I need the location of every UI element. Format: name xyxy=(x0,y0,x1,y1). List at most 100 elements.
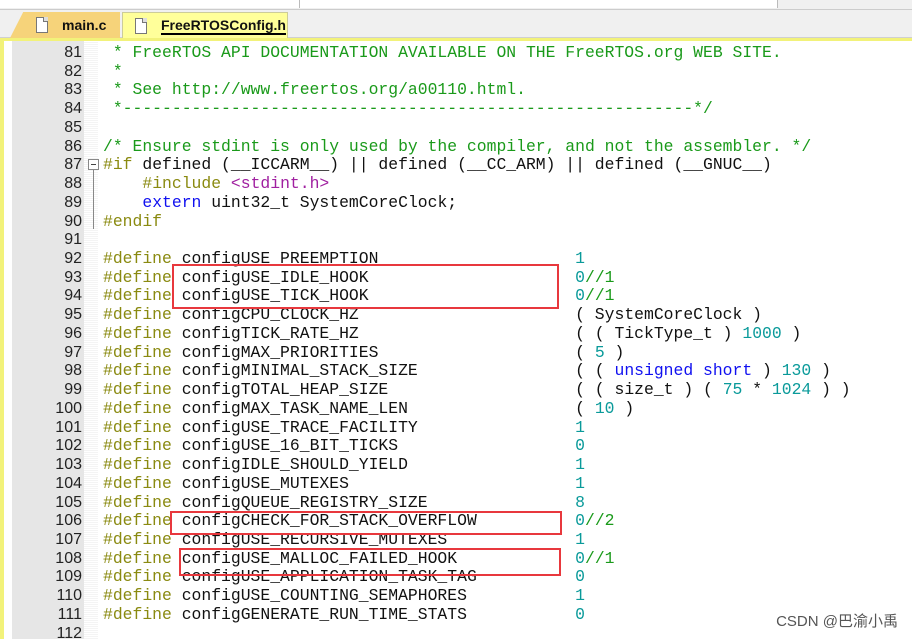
token-p: #include xyxy=(142,174,231,194)
token-p: #if xyxy=(103,155,133,175)
token-k: unsigned short xyxy=(614,361,753,381)
line-number: 106 xyxy=(55,512,82,530)
token-p: #define xyxy=(103,529,172,549)
token-n: 1 xyxy=(575,529,585,549)
token-t: configUSE_16_BIT_TICKS xyxy=(171,436,576,456)
line-number: 112 xyxy=(56,624,82,639)
code-text: #include <stdint.h> xyxy=(103,174,329,193)
token-p: #define xyxy=(103,492,172,512)
token-c: * xyxy=(103,61,123,81)
line-number: 91 xyxy=(64,231,82,249)
token-p: #define xyxy=(103,249,172,269)
token-c: * See http://www.freertos.org/a00110.htm… xyxy=(103,80,526,100)
token-n: 10 xyxy=(594,398,615,418)
code-text: #define configUSE_16_BIT_TICKS 0 xyxy=(103,436,585,455)
token-n: 0 xyxy=(575,567,585,587)
fold-collapse-icon[interactable] xyxy=(88,159,99,171)
token-n: 1024 xyxy=(771,380,812,400)
code-text: #if defined (__ICCARM__) || defined (__C… xyxy=(103,155,772,174)
token-p: #define xyxy=(103,267,172,287)
file-icon xyxy=(36,17,48,33)
code-text: #define configQUEUE_REGISTRY_SIZE 8 xyxy=(103,493,585,512)
token-t: configQUEUE_REGISTRY_SIZE xyxy=(171,492,576,512)
code-text: #define configUSE_MUTEXES 1 xyxy=(103,474,585,493)
token-t: configUSE_TRACE_FACILITY xyxy=(171,417,576,437)
token-t: configMAX_PRIORITIES ( xyxy=(171,342,595,362)
tab-label: main.c xyxy=(62,17,107,33)
code-text: #define configMINIMAL_STACK_SIZE ( ( uns… xyxy=(103,361,831,380)
token-k: extern xyxy=(142,192,202,212)
token-p: #define xyxy=(103,398,172,418)
tab-main-c[interactable]: main.c xyxy=(10,12,120,38)
code-text: #define configMAX_TASK_NAME_LEN ( 10 ) xyxy=(103,399,634,418)
token-n: 0 xyxy=(575,436,585,456)
token-p: #define xyxy=(103,361,172,381)
line-number: 111 xyxy=(57,605,82,623)
token-n: 0 xyxy=(575,286,585,306)
tab-freertosconfig-h[interactable]: FreeRTOSConfig.h xyxy=(122,12,288,38)
line-number: 103 xyxy=(55,456,82,474)
line-number: 90 xyxy=(64,212,82,230)
token-p: #define xyxy=(103,473,172,493)
line-number: 105 xyxy=(55,493,82,511)
token-p: #define xyxy=(103,511,172,531)
token-n: 8 xyxy=(575,492,585,512)
token-t: ) xyxy=(811,361,831,381)
token-c: //1 xyxy=(584,267,615,287)
line-number: 88 xyxy=(64,175,82,193)
line-number: 99 xyxy=(64,381,82,399)
token-t: configUSE_COUNTING_SEMAPHORES xyxy=(171,586,576,606)
token-n: 0 xyxy=(575,511,585,531)
token-t: configTICK_RATE_HZ ( ( TickType_t ) xyxy=(171,323,743,343)
token-p: #define xyxy=(103,305,172,325)
token-p: #define xyxy=(103,604,172,624)
code-text: * See http://www.freertos.org/a00110.htm… xyxy=(103,80,526,99)
token-n: 1 xyxy=(575,455,585,475)
line-number: 89 xyxy=(64,193,82,211)
token-p: #endif xyxy=(103,211,163,231)
code-text: #define configGENERATE_RUN_TIME_STATS 0 xyxy=(103,605,585,624)
token-c: //2 xyxy=(584,511,615,531)
line-number: 97 xyxy=(64,343,82,361)
watermark: CSDN @巴渝小禹 xyxy=(776,613,898,630)
code-text: #define configMAX_PRIORITIES ( 5 ) xyxy=(103,343,624,362)
token-p: #define xyxy=(103,455,172,475)
token-s: <stdint.h> xyxy=(230,174,330,194)
token-n: 0 xyxy=(575,604,585,624)
token-p: #define xyxy=(103,342,172,362)
line-number: 101 xyxy=(55,418,82,436)
token-t xyxy=(103,193,142,212)
token-p: #define xyxy=(103,323,172,343)
token-p: #define xyxy=(103,436,172,456)
line-number: 102 xyxy=(55,437,82,455)
token-t: uint32_t SystemCoreClock; xyxy=(201,192,458,212)
line-number: 85 xyxy=(64,118,82,136)
line-number: 100 xyxy=(55,399,82,417)
fold-range-line xyxy=(93,170,94,229)
code-text: /* Ensure stdint is only used by the com… xyxy=(103,137,811,156)
line-number: 81 xyxy=(64,44,82,61)
code-text: *---------------------------------------… xyxy=(103,99,713,118)
line-number: 95 xyxy=(64,306,82,324)
token-n: 1 xyxy=(575,473,585,493)
token-t: ) xyxy=(604,342,625,362)
line-number: 107 xyxy=(55,530,82,548)
token-t: configMAX_TASK_NAME_LEN ( xyxy=(171,398,595,418)
token-c: //1 xyxy=(584,548,615,568)
token-t: configMINIMAL_STACK_SIZE ( ( xyxy=(171,361,615,381)
file-icon xyxy=(135,17,147,34)
token-c: *---------------------------------------… xyxy=(103,99,713,119)
token-n: 130 xyxy=(781,361,812,381)
token-p: #define xyxy=(103,586,172,606)
token-n: 1000 xyxy=(742,323,782,343)
line-number: 84 xyxy=(64,100,82,118)
token-n: 1 xyxy=(575,417,585,437)
code-text: * xyxy=(103,62,123,81)
token-t: ) xyxy=(781,323,802,343)
token-p: #define xyxy=(103,417,172,437)
code-editor[interactable]: 81 * FreeRTOS API DOCUMENTATION AVAILABL… xyxy=(0,38,912,639)
line-number: 104 xyxy=(55,474,82,492)
highlight-box-malloc-failed xyxy=(179,548,561,576)
token-p: #define xyxy=(103,548,172,568)
code-text: #define configTOTAL_HEAP_SIZE ( ( size_t… xyxy=(103,380,851,399)
